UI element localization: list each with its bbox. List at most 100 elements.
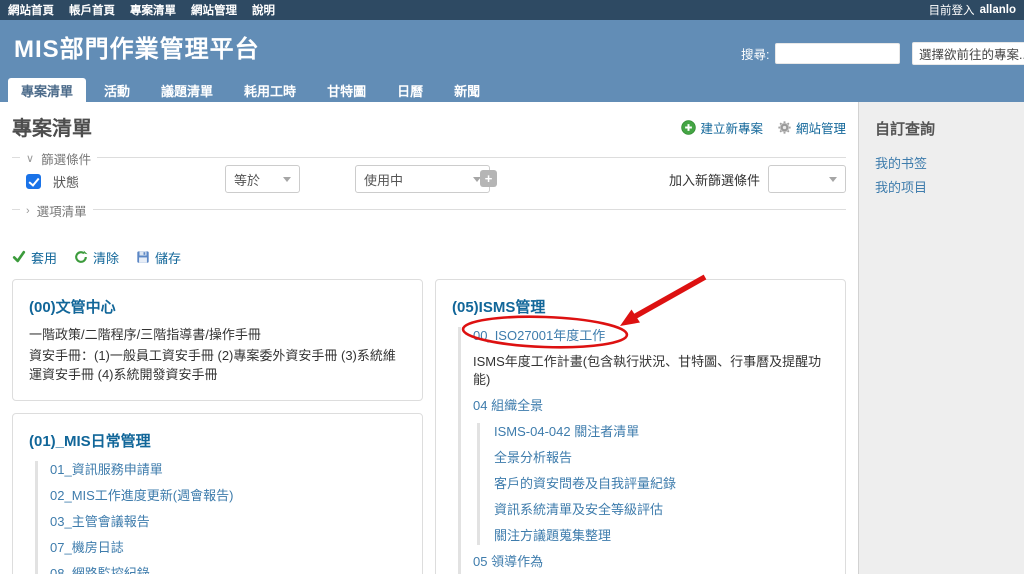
project-box-docs: (00)文管中心 一階政策/二階程序/三階指導書/操作手冊 資安手冊：(1)一般… bbox=[12, 279, 423, 401]
logged-in-username[interactable]: allanlo bbox=[980, 4, 1016, 16]
project-jump-select[interactable]: 選擇欲前往的專案... bbox=[912, 42, 1024, 65]
status-value-select[interactable]: 使用中 bbox=[355, 165, 490, 193]
topmenu-help[interactable]: 說明 bbox=[252, 2, 275, 18]
filters-fieldset: ∨ 篩選條件 狀態 等於 使用中 + 加入新篩選條件 bbox=[12, 149, 846, 206]
subproject-description: ISMS年度工作計畫(包含執行狀況、甘特圖、行事曆及提醒功能) bbox=[473, 354, 822, 387]
top-menu: 網站首頁 帳戶首頁 專案清單 網站管理 說明 bbox=[8, 2, 275, 18]
project-link-docs[interactable]: (00)文管中心 bbox=[29, 299, 116, 316]
add-value-button[interactable]: + bbox=[480, 170, 497, 187]
project-list: (00)文管中心 一階政策/二階程序/三階指導書/操作手冊 資安手冊：(1)一般… bbox=[12, 279, 846, 574]
save-label: 儲存 bbox=[155, 250, 182, 266]
subproject-link[interactable]: 關注方議題蒐集整理 bbox=[494, 528, 611, 543]
subproject-link[interactable]: ISMS-04-042 關注者清單 bbox=[494, 424, 639, 439]
list-item: ISMS-04-042 關注者清單 全景分析報告 客戶的資安問卷及自我評量紀錄 … bbox=[473, 423, 829, 545]
chevron-down-icon bbox=[283, 176, 291, 182]
site-admin-link[interactable]: 網站管理 bbox=[777, 118, 846, 137]
logged-in-label: 目前登入 bbox=[928, 5, 975, 17]
project-box-isms: (05)ISMS管理 00_ISO27001年度工作 ISMS年度工作計畫(包含… bbox=[435, 279, 846, 574]
add-filter-select[interactable] bbox=[768, 165, 846, 193]
subproject-link[interactable]: 03_主管會議報告 bbox=[50, 514, 150, 529]
status-filter-label: 狀態 bbox=[53, 175, 80, 190]
new-project-link[interactable]: 建立新專案 bbox=[681, 118, 763, 137]
status-checkbox[interactable] bbox=[26, 174, 41, 189]
chevron-right-icon: › bbox=[26, 204, 30, 217]
tab-news[interactable]: 新聞 bbox=[441, 78, 493, 102]
apply-button[interactable]: 套用 bbox=[12, 248, 57, 267]
sidebar: 自訂查詢 我的书签 我的项目 bbox=[858, 102, 1024, 574]
plus-circle-icon bbox=[681, 120, 697, 135]
subproject-link[interactable]: 客戶的資安問卷及自我評量紀錄 bbox=[494, 476, 676, 491]
logged-in-status: 目前登入 allanlo bbox=[929, 2, 1016, 18]
topmenu-my-page[interactable]: 帳戶首頁 bbox=[69, 2, 115, 18]
project-description: 一階政策/二階程序/三階指導書/操作手冊 bbox=[29, 327, 261, 342]
subproject-list: 00_ISO27001年度工作 ISMS年度工作計畫(包含執行狀況、甘特圖、行事… bbox=[458, 327, 829, 574]
subproject-link[interactable]: 全景分析報告 bbox=[494, 450, 572, 465]
tab-calendar[interactable]: 日曆 bbox=[384, 78, 436, 102]
list-item: 08_網路監控紀錄 bbox=[50, 565, 406, 574]
operator-select[interactable]: 等於 bbox=[225, 165, 300, 193]
list-item: 00_ISO27001年度工作 bbox=[473, 327, 829, 345]
project-column-right: (05)ISMS管理 00_ISO27001年度工作 ISMS年度工作計畫(包含… bbox=[435, 279, 846, 574]
status-value-text: 使用中 bbox=[364, 172, 404, 188]
tab-activity[interactable]: 活動 bbox=[91, 78, 143, 102]
project-description: 資安手冊：(1)一般員工資安手冊 (2)專案委外資安手冊 (3)系統維運資安手冊… bbox=[29, 348, 396, 382]
clear-label: 清除 bbox=[93, 250, 120, 266]
subproject-link[interactable]: 01_資訊服務申請單 bbox=[50, 462, 163, 477]
tab-projects[interactable]: 專案清單 bbox=[8, 78, 87, 102]
list-item: 04 組織全景 bbox=[473, 397, 829, 415]
contextual-actions: 建立新專案 網站管理 bbox=[681, 118, 846, 137]
project-jump-text: 選擇欲前往的專案... bbox=[919, 48, 1024, 62]
filter-row: 狀態 等於 使用中 + 加入新篩選條件 bbox=[12, 158, 846, 206]
list-item: 03_主管會議報告 bbox=[50, 513, 406, 531]
reload-icon bbox=[75, 250, 88, 263]
new-project-label: 建立新專案 bbox=[700, 122, 763, 136]
filter-buttons: 套用 清除 儲存 bbox=[12, 247, 846, 267]
list-item: 資訊系統清單及安全等級評估 bbox=[494, 501, 829, 519]
project-column-left: (00)文管中心 一階政策/二階程序/三階指導書/操作手冊 資安手冊：(1)一般… bbox=[12, 279, 423, 574]
top-menu-bar: 網站首頁 帳戶首頁 專案清單 網站管理 說明 目前登入 allanlo bbox=[0, 0, 1024, 20]
clear-button[interactable]: 清除 bbox=[74, 248, 119, 267]
subproject-link[interactable]: 04 組織全景 bbox=[473, 398, 543, 413]
topmenu-projects[interactable]: 專案清單 bbox=[130, 2, 176, 18]
tab-gantt[interactable]: 甘特圖 bbox=[314, 78, 379, 102]
topmenu-administration[interactable]: 網站管理 bbox=[191, 2, 237, 18]
header-search: 搜尋: bbox=[741, 43, 901, 64]
subproject-link[interactable]: 08_網路監控紀錄 bbox=[50, 566, 150, 574]
subproject-sublist: ISMS-04-042 關注者清單 全景分析報告 客戶的資安問卷及自我評量紀錄 … bbox=[477, 423, 829, 545]
project-link-isms[interactable]: (05)ISMS管理 bbox=[452, 299, 545, 316]
sidebar-item-my-projects[interactable]: 我的项目 bbox=[875, 177, 1008, 196]
content-panel: 建立新專案 網站管理 專案清單 ∨ 篩選條件 狀態 等於 使用中 + 加入新篩選… bbox=[0, 102, 858, 574]
subproject-link[interactable]: 05 領導作為 bbox=[473, 554, 543, 569]
list-item: 07_機房日誌 bbox=[50, 539, 406, 557]
search-label: 搜尋: bbox=[741, 48, 770, 62]
subproject-link[interactable]: 02_MIS工作進度更新(週會報告) bbox=[50, 488, 233, 503]
list-item: ISMS-04-042 關注者清單 bbox=[494, 423, 829, 441]
tab-issues[interactable]: 議題清單 bbox=[148, 78, 226, 102]
subproject-list: 01_資訊服務申請單 02_MIS工作進度更新(週會報告) 03_主管會議報告 … bbox=[35, 461, 406, 574]
sidebar-item-bookmarks[interactable]: 我的书签 bbox=[875, 153, 1008, 172]
options-legend-label: 選項清單 bbox=[36, 205, 87, 219]
project-link-mis[interactable]: (01)_MIS日常管理 bbox=[29, 433, 151, 450]
gear-icon bbox=[778, 121, 791, 134]
subproject-link[interactable]: 資訊系統清單及安全等級評估 bbox=[494, 502, 663, 517]
list-item: 客戶的資安問卷及自我評量紀錄 bbox=[494, 475, 829, 493]
tab-spent-time[interactable]: 耗用工時 bbox=[231, 78, 309, 102]
sidebar-title: 自訂查詢 bbox=[875, 121, 936, 138]
main-tab-bar: 專案清單 活動 議題清單 耗用工時 甘特圖 日曆 新聞 bbox=[8, 78, 493, 102]
status-filter-group: 狀態 bbox=[26, 172, 79, 191]
list-item: 全景分析報告 bbox=[494, 449, 829, 467]
subproject-link-iso27001[interactable]: 00_ISO27001年度工作 bbox=[473, 328, 605, 343]
options-legend[interactable]: › 選項清單 bbox=[20, 201, 93, 220]
apply-label: 套用 bbox=[31, 250, 58, 266]
main-area: 建立新專案 網站管理 專案清單 ∨ 篩選條件 狀態 等於 使用中 + 加入新篩選… bbox=[0, 102, 1024, 574]
subproject-link[interactable]: 07_機房日誌 bbox=[50, 540, 124, 555]
add-filter-label: 加入新篩選條件 bbox=[668, 172, 760, 188]
save-button[interactable]: 儲存 bbox=[136, 248, 181, 267]
site-admin-label: 網站管理 bbox=[795, 122, 846, 136]
list-item: 02_MIS工作進度更新(週會報告) bbox=[50, 487, 406, 505]
search-input[interactable] bbox=[775, 43, 901, 64]
list-item: 05 領導作為 bbox=[473, 553, 829, 571]
list-item: 關注方議題蒐集整理 bbox=[494, 527, 829, 545]
topmenu-home[interactable]: 網站首頁 bbox=[8, 2, 54, 18]
check-icon bbox=[12, 250, 26, 263]
